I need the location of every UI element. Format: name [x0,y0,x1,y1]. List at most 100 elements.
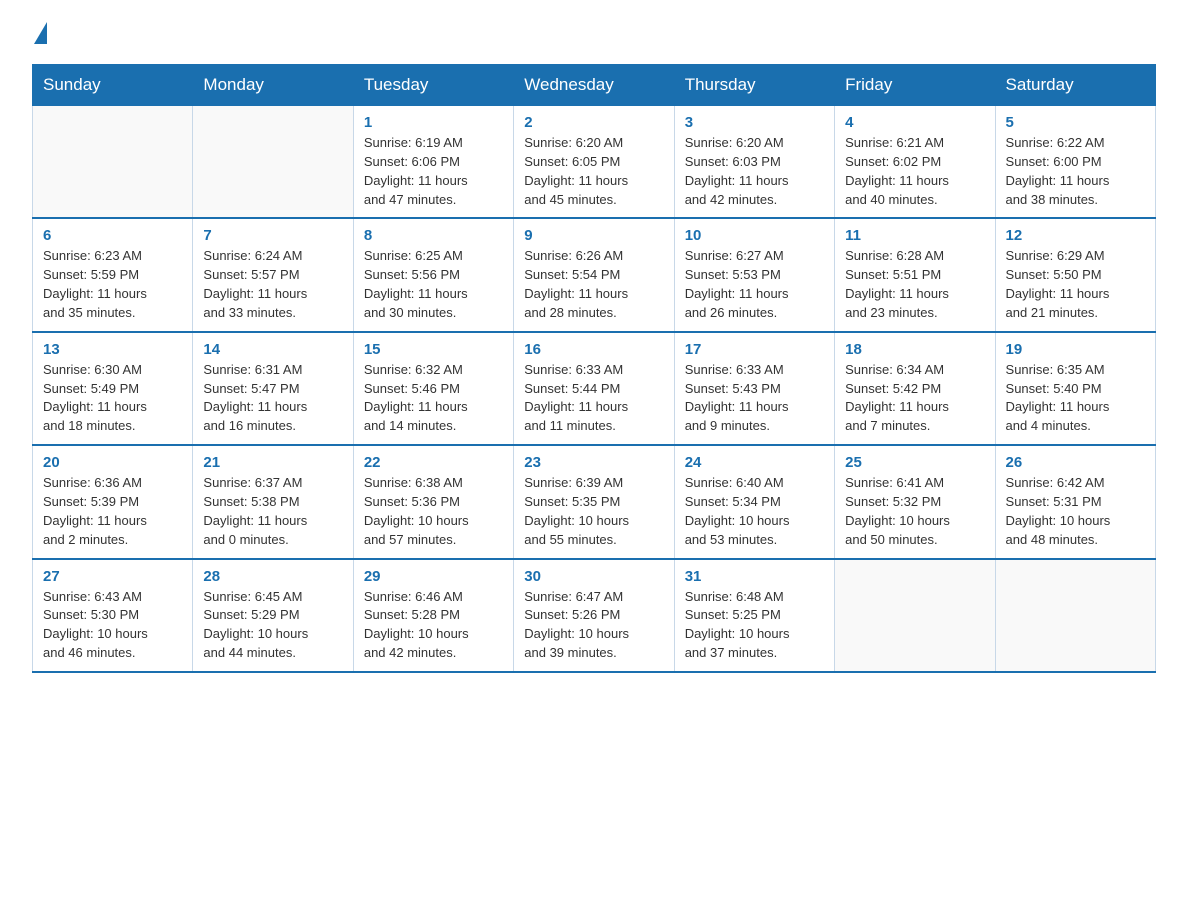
day-number: 21 [203,454,342,471]
calendar-cell: 29 Sunrise: 6:46 AM Sunset: 5:28 PM Dayli… [353,559,513,672]
calendar-cell: 11 Sunrise: 6:28 AM Sunset: 5:51 PM Dayli… [835,218,995,331]
day-number: 29 [364,568,503,585]
calendar-cell: 26 Sunrise: 6:42 AM Sunset: 5:31 PM Dayli… [995,445,1155,558]
day-info: Sunrise: 6:30 AM Sunset: 5:49 PM Dayligh… [43,361,182,436]
day-info: Sunrise: 6:42 AM Sunset: 5:31 PM Dayligh… [1006,474,1145,549]
day-info: Sunrise: 6:32 AM Sunset: 5:46 PM Dayligh… [364,361,503,436]
day-number: 20 [43,454,182,471]
day-number: 6 [43,227,182,244]
day-number: 11 [845,227,984,244]
calendar-cell [995,559,1155,672]
calendar-cell: 30 Sunrise: 6:47 AM Sunset: 5:26 PM Dayli… [514,559,674,672]
day-info: Sunrise: 6:21 AM Sunset: 6:02 PM Dayligh… [845,134,984,209]
day-info: Sunrise: 6:41 AM Sunset: 5:32 PM Dayligh… [845,474,984,549]
day-number: 1 [364,114,503,131]
calendar-cell: 1 Sunrise: 6:19 AM Sunset: 6:06 PM Daylig… [353,106,513,219]
day-info: Sunrise: 6:24 AM Sunset: 5:57 PM Dayligh… [203,247,342,322]
calendar-cell: 16 Sunrise: 6:33 AM Sunset: 5:44 PM Dayli… [514,332,674,445]
day-info: Sunrise: 6:22 AM Sunset: 6:00 PM Dayligh… [1006,134,1145,209]
calendar-cell: 19 Sunrise: 6:35 AM Sunset: 5:40 PM Dayli… [995,332,1155,445]
calendar-cell: 7 Sunrise: 6:24 AM Sunset: 5:57 PM Daylig… [193,218,353,331]
day-info: Sunrise: 6:26 AM Sunset: 5:54 PM Dayligh… [524,247,663,322]
day-number: 27 [43,568,182,585]
day-info: Sunrise: 6:46 AM Sunset: 5:28 PM Dayligh… [364,588,503,663]
day-info: Sunrise: 6:20 AM Sunset: 6:05 PM Dayligh… [524,134,663,209]
day-number: 2 [524,114,663,131]
day-number: 25 [845,454,984,471]
calendar-cell [33,106,193,219]
calendar-cell: 31 Sunrise: 6:48 AM Sunset: 5:25 PM Dayli… [674,559,834,672]
day-info: Sunrise: 6:33 AM Sunset: 5:44 PM Dayligh… [524,361,663,436]
calendar-cell: 8 Sunrise: 6:25 AM Sunset: 5:56 PM Daylig… [353,218,513,331]
day-info: Sunrise: 6:39 AM Sunset: 5:35 PM Dayligh… [524,474,663,549]
calendar-week-row: 20 Sunrise: 6:36 AM Sunset: 5:39 PM Dayli… [33,445,1156,558]
day-info: Sunrise: 6:28 AM Sunset: 5:51 PM Dayligh… [845,247,984,322]
day-number: 15 [364,341,503,358]
calendar-cell: 20 Sunrise: 6:36 AM Sunset: 5:39 PM Dayli… [33,445,193,558]
day-number: 26 [1006,454,1145,471]
day-info: Sunrise: 6:34 AM Sunset: 5:42 PM Dayligh… [845,361,984,436]
day-number: 30 [524,568,663,585]
day-info: Sunrise: 6:38 AM Sunset: 5:36 PM Dayligh… [364,474,503,549]
calendar-cell: 10Sunrise: 6:27 AM Sunset: 5:53 PM Dayli… [674,218,834,331]
day-number: 5 [1006,114,1145,131]
calendar-week-row: 27Sunrise: 6:43 AM Sunset: 5:30 PM Dayli… [33,559,1156,672]
day-number: 24 [685,454,824,471]
calendar-table: SundayMondayTuesdayWednesdayThursdayFrid… [32,64,1156,673]
calendar-header-friday: Friday [835,65,995,106]
calendar-header-tuesday: Tuesday [353,65,513,106]
calendar-cell: 18 Sunrise: 6:34 AM Sunset: 5:42 PM Dayli… [835,332,995,445]
day-info: Sunrise: 6:37 AM Sunset: 5:38 PM Dayligh… [203,474,342,549]
calendar-cell: 24 Sunrise: 6:40 AM Sunset: 5:34 PM Dayli… [674,445,834,558]
calendar-cell: 3 Sunrise: 6:20 AM Sunset: 6:03 PM Daylig… [674,106,834,219]
day-number: 4 [845,114,984,131]
calendar-header-wednesday: Wednesday [514,65,674,106]
day-number: 9 [524,227,663,244]
day-info: Sunrise: 6:45 AM Sunset: 5:29 PM Dayligh… [203,588,342,663]
calendar-cell: 5 Sunrise: 6:22 AM Sunset: 6:00 PM Daylig… [995,106,1155,219]
day-info: Sunrise: 6:35 AM Sunset: 5:40 PM Dayligh… [1006,361,1145,436]
day-number: 16 [524,341,663,358]
day-number: 8 [364,227,503,244]
day-info: Sunrise: 6:36 AM Sunset: 5:39 PM Dayligh… [43,474,182,549]
day-info: Sunrise: 6:19 AM Sunset: 6:06 PM Dayligh… [364,134,503,209]
day-info: Sunrise: 6:47 AM Sunset: 5:26 PM Dayligh… [524,588,663,663]
calendar-cell: 14Sunrise: 6:31 AM Sunset: 5:47 PM Dayli… [193,332,353,445]
day-number: 14 [203,341,342,358]
calendar-header-row: SundayMondayTuesdayWednesdayThursdayFrid… [33,65,1156,106]
calendar-cell: 23 Sunrise: 6:39 AM Sunset: 5:35 PM Dayli… [514,445,674,558]
logo-area [32,24,49,46]
calendar-cell: 27Sunrise: 6:43 AM Sunset: 5:30 PM Dayli… [33,559,193,672]
day-number: 28 [203,568,342,585]
page-header [32,24,1156,46]
calendar-cell: 13Sunrise: 6:30 AM Sunset: 5:49 PM Dayli… [33,332,193,445]
calendar-cell [193,106,353,219]
day-info: Sunrise: 6:25 AM Sunset: 5:56 PM Dayligh… [364,247,503,322]
day-number: 18 [845,341,984,358]
calendar-week-row: 1 Sunrise: 6:19 AM Sunset: 6:06 PM Daylig… [33,106,1156,219]
calendar-cell: 17Sunrise: 6:33 AM Sunset: 5:43 PM Dayli… [674,332,834,445]
day-info: Sunrise: 6:40 AM Sunset: 5:34 PM Dayligh… [685,474,824,549]
calendar-header-thursday: Thursday [674,65,834,106]
day-number: 22 [364,454,503,471]
day-number: 19 [1006,341,1145,358]
day-info: Sunrise: 6:48 AM Sunset: 5:25 PM Dayligh… [685,588,824,663]
day-number: 17 [685,341,824,358]
calendar-cell: 4 Sunrise: 6:21 AM Sunset: 6:02 PM Daylig… [835,106,995,219]
day-number: 31 [685,568,824,585]
day-number: 3 [685,114,824,131]
day-number: 23 [524,454,663,471]
calendar-cell: 28 Sunrise: 6:45 AM Sunset: 5:29 PM Dayli… [193,559,353,672]
day-info: Sunrise: 6:27 AM Sunset: 5:53 PM Dayligh… [685,247,824,322]
day-number: 12 [1006,227,1145,244]
calendar-cell: 25 Sunrise: 6:41 AM Sunset: 5:32 PM Dayli… [835,445,995,558]
day-info: Sunrise: 6:20 AM Sunset: 6:03 PM Dayligh… [685,134,824,209]
day-number: 7 [203,227,342,244]
calendar-cell: 21 Sunrise: 6:37 AM Sunset: 5:38 PM Dayli… [193,445,353,558]
calendar-cell: 12 Sunrise: 6:29 AM Sunset: 5:50 PM Dayli… [995,218,1155,331]
day-info: Sunrise: 6:23 AM Sunset: 5:59 PM Dayligh… [43,247,182,322]
day-info: Sunrise: 6:29 AM Sunset: 5:50 PM Dayligh… [1006,247,1145,322]
calendar-header-sunday: Sunday [33,65,193,106]
calendar-header-monday: Monday [193,65,353,106]
calendar-cell: 22 Sunrise: 6:38 AM Sunset: 5:36 PM Dayli… [353,445,513,558]
